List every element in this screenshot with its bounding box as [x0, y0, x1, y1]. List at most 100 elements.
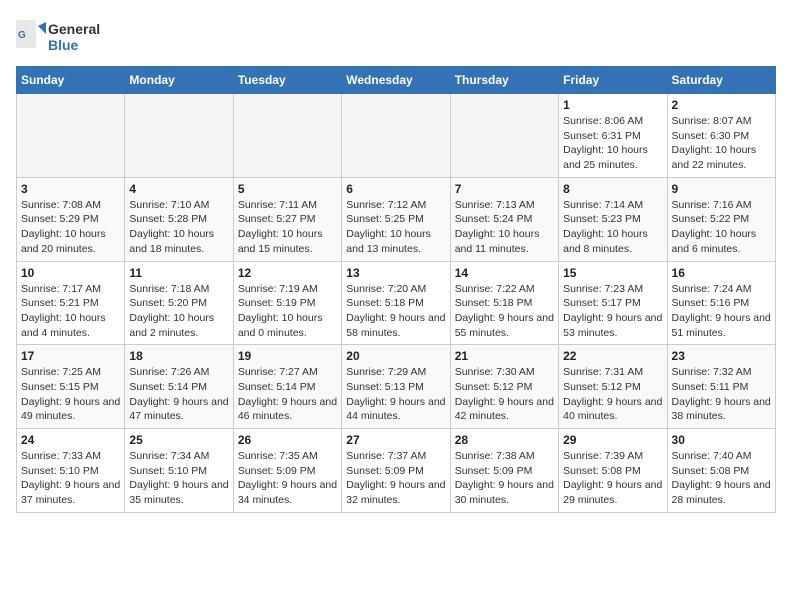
calendar-cell	[233, 94, 341, 178]
day-number: 27	[346, 433, 445, 447]
day-number: 6	[346, 182, 445, 196]
calendar-cell	[125, 94, 233, 178]
day-info: Sunrise: 7:08 AM Sunset: 5:29 PM Dayligh…	[21, 198, 120, 257]
day-info: Sunrise: 7:39 AM Sunset: 5:08 PM Dayligh…	[563, 449, 662, 508]
day-number: 8	[563, 182, 662, 196]
day-info: Sunrise: 7:31 AM Sunset: 5:12 PM Dayligh…	[563, 365, 662, 424]
day-number: 16	[672, 266, 771, 280]
day-info: Sunrise: 7:17 AM Sunset: 5:21 PM Dayligh…	[21, 282, 120, 341]
calendar-cell: 1Sunrise: 8:06 AM Sunset: 6:31 PM Daylig…	[559, 94, 667, 178]
calendar-header-tuesday: Tuesday	[233, 67, 341, 94]
day-number: 2	[672, 98, 771, 112]
day-info: Sunrise: 7:18 AM Sunset: 5:20 PM Dayligh…	[129, 282, 228, 341]
calendar-cell: 29 Sunrise: 7:39 AM Sunset: 5:08 PM Dayli…	[559, 429, 667, 513]
day-info: Sunrise: 7:16 AM Sunset: 5:22 PM Dayligh…	[672, 198, 771, 257]
day-number: 11	[129, 266, 228, 280]
calendar-cell: 11 Sunrise: 7:18 AM Sunset: 5:20 PM Dayli…	[125, 261, 233, 345]
calendar-header-saturday: Saturday	[667, 67, 775, 94]
logo: General Blue G	[16, 16, 136, 56]
svg-text:Blue: Blue	[48, 37, 79, 53]
calendar-header-wednesday: Wednesday	[342, 67, 450, 94]
calendar-cell: 6 Sunrise: 7:12 AM Sunset: 5:25 PM Daylig…	[342, 177, 450, 261]
day-number: 24	[21, 433, 120, 447]
calendar-header-thursday: Thursday	[450, 67, 558, 94]
calendar-cell: 7 Sunrise: 7:13 AM Sunset: 5:24 PM Daylig…	[450, 177, 558, 261]
day-number: 19	[238, 349, 337, 363]
day-info: Sunrise: 7:30 AM Sunset: 5:12 PM Dayligh…	[455, 365, 554, 424]
day-info: Sunrise: 7:25 AM Sunset: 5:15 PM Dayligh…	[21, 365, 120, 424]
day-info: Sunrise: 7:26 AM Sunset: 5:14 PM Dayligh…	[129, 365, 228, 424]
day-info: Sunrise: 7:11 AM Sunset: 5:27 PM Dayligh…	[238, 198, 337, 257]
calendar-cell: 2 Sunrise: 8:07 AM Sunset: 6:30 PM Daylig…	[667, 94, 775, 178]
day-number: 29	[563, 433, 662, 447]
logo-svg: General Blue G	[16, 16, 136, 56]
calendar-cell: 4 Sunrise: 7:10 AM Sunset: 5:28 PM Daylig…	[125, 177, 233, 261]
day-number: 7	[455, 182, 554, 196]
day-number: 5	[238, 182, 337, 196]
calendar-cell: 16 Sunrise: 7:24 AM Sunset: 5:16 PM Dayli…	[667, 261, 775, 345]
calendar-cell	[342, 94, 450, 178]
day-info: Sunrise: 8:07 AM Sunset: 6:30 PM Dayligh…	[672, 114, 771, 173]
day-info: Sunrise: 7:19 AM Sunset: 5:19 PM Dayligh…	[238, 282, 337, 341]
calendar-cell: 27 Sunrise: 7:37 AM Sunset: 5:09 PM Dayli…	[342, 429, 450, 513]
day-info: Sunrise: 7:13 AM Sunset: 5:24 PM Dayligh…	[455, 198, 554, 257]
calendar-cell: 19 Sunrise: 7:27 AM Sunset: 5:14 PM Dayli…	[233, 345, 341, 429]
day-number: 22	[563, 349, 662, 363]
calendar-header-sunday: Sunday	[17, 67, 125, 94]
calendar-header-monday: Monday	[125, 67, 233, 94]
day-info: Sunrise: 7:38 AM Sunset: 5:09 PM Dayligh…	[455, 449, 554, 508]
calendar-cell	[450, 94, 558, 178]
page-header: General Blue G	[16, 16, 776, 56]
day-number: 30	[672, 433, 771, 447]
calendar-cell: 21 Sunrise: 7:30 AM Sunset: 5:12 PM Dayli…	[450, 345, 558, 429]
day-number: 15	[563, 266, 662, 280]
calendar-cell: 23 Sunrise: 7:32 AM Sunset: 5:11 PM Dayli…	[667, 345, 775, 429]
day-info: Sunrise: 7:33 AM Sunset: 5:10 PM Dayligh…	[21, 449, 120, 508]
svg-text:G: G	[18, 30, 26, 41]
calendar-cell: 22 Sunrise: 7:31 AM Sunset: 5:12 PM Dayli…	[559, 345, 667, 429]
calendar-cell: 13Sunrise: 7:20 AM Sunset: 5:18 PM Dayli…	[342, 261, 450, 345]
day-info: Sunrise: 7:27 AM Sunset: 5:14 PM Dayligh…	[238, 365, 337, 424]
day-info: Sunrise: 7:12 AM Sunset: 5:25 PM Dayligh…	[346, 198, 445, 257]
day-number: 12	[238, 266, 337, 280]
day-number: 14	[455, 266, 554, 280]
day-number: 9	[672, 182, 771, 196]
day-info: Sunrise: 7:35 AM Sunset: 5:09 PM Dayligh…	[238, 449, 337, 508]
calendar-cell: 8 Sunrise: 7:14 AM Sunset: 5:23 PM Daylig…	[559, 177, 667, 261]
day-info: Sunrise: 7:40 AM Sunset: 5:08 PM Dayligh…	[672, 449, 771, 508]
day-number: 21	[455, 349, 554, 363]
day-number: 28	[455, 433, 554, 447]
calendar-header-friday: Friday	[559, 67, 667, 94]
day-info: Sunrise: 7:23 AM Sunset: 5:17 PM Dayligh…	[563, 282, 662, 341]
calendar-cell: 14 Sunrise: 7:22 AM Sunset: 5:18 PM Dayli…	[450, 261, 558, 345]
calendar-cell: 5 Sunrise: 7:11 AM Sunset: 5:27 PM Daylig…	[233, 177, 341, 261]
day-info: Sunrise: 7:34 AM Sunset: 5:10 PM Dayligh…	[129, 449, 228, 508]
calendar-cell: 25 Sunrise: 7:34 AM Sunset: 5:10 PM Dayli…	[125, 429, 233, 513]
day-info: Sunrise: 7:37 AM Sunset: 5:09 PM Dayligh…	[346, 449, 445, 508]
day-number: 17	[21, 349, 120, 363]
day-number: 26	[238, 433, 337, 447]
calendar-cell: 3Sunrise: 7:08 AM Sunset: 5:29 PM Daylig…	[17, 177, 125, 261]
day-number: 4	[129, 182, 228, 196]
calendar-cell: 30 Sunrise: 7:40 AM Sunset: 5:08 PM Dayli…	[667, 429, 775, 513]
day-info: Sunrise: 7:14 AM Sunset: 5:23 PM Dayligh…	[563, 198, 662, 257]
day-info: Sunrise: 7:24 AM Sunset: 5:16 PM Dayligh…	[672, 282, 771, 341]
day-number: 25	[129, 433, 228, 447]
calendar-cell: 28 Sunrise: 7:38 AM Sunset: 5:09 PM Dayli…	[450, 429, 558, 513]
calendar-cell: 17 Sunrise: 7:25 AM Sunset: 5:15 PM Dayli…	[17, 345, 125, 429]
day-info: Sunrise: 7:22 AM Sunset: 5:18 PM Dayligh…	[455, 282, 554, 341]
calendar-cell: 9 Sunrise: 7:16 AM Sunset: 5:22 PM Daylig…	[667, 177, 775, 261]
day-number: 10	[21, 266, 120, 280]
calendar-cell: 24 Sunrise: 7:33 AM Sunset: 5:10 PM Dayli…	[17, 429, 125, 513]
day-info: Sunrise: 7:20 AM Sunset: 5:18 PM Dayligh…	[346, 282, 445, 341]
day-info: Sunrise: 7:32 AM Sunset: 5:11 PM Dayligh…	[672, 365, 771, 424]
day-number: 18	[129, 349, 228, 363]
day-info: Sunrise: 7:10 AM Sunset: 5:28 PM Dayligh…	[129, 198, 228, 257]
calendar-cell	[17, 94, 125, 178]
day-number: 20	[346, 349, 445, 363]
svg-text:General: General	[48, 21, 100, 37]
calendar-cell: 20Sunrise: 7:29 AM Sunset: 5:13 PM Dayli…	[342, 345, 450, 429]
calendar-table: SundayMondayTuesdayWednesdayThursdayFrid…	[16, 66, 776, 513]
day-info: Sunrise: 8:06 AM Sunset: 6:31 PM Dayligh…	[563, 114, 662, 173]
day-number: 23	[672, 349, 771, 363]
